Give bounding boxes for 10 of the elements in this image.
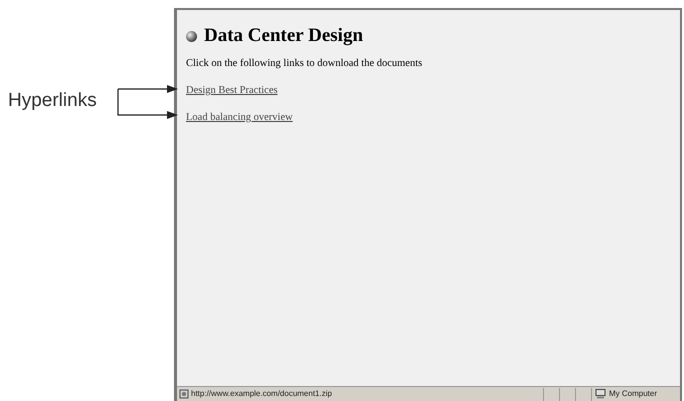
computer-icon — [595, 389, 606, 399]
security-zone: My Computer — [609, 388, 658, 400]
sphere-icon — [186, 30, 197, 42]
document-link[interactable]: Design Best Practices — [186, 84, 278, 97]
intro-text: Click on the following links to download the documents — [186, 57, 424, 70]
annotation-label: Hyperlinks — [8, 89, 97, 113]
bracket-arrows-drawing — [117, 83, 179, 121]
status-url: http://www.example.com/document1.zip — [191, 388, 333, 400]
document-link[interactable]: Load balancing overview — [186, 111, 293, 124]
page-heading: Data Center Design — [204, 24, 364, 48]
